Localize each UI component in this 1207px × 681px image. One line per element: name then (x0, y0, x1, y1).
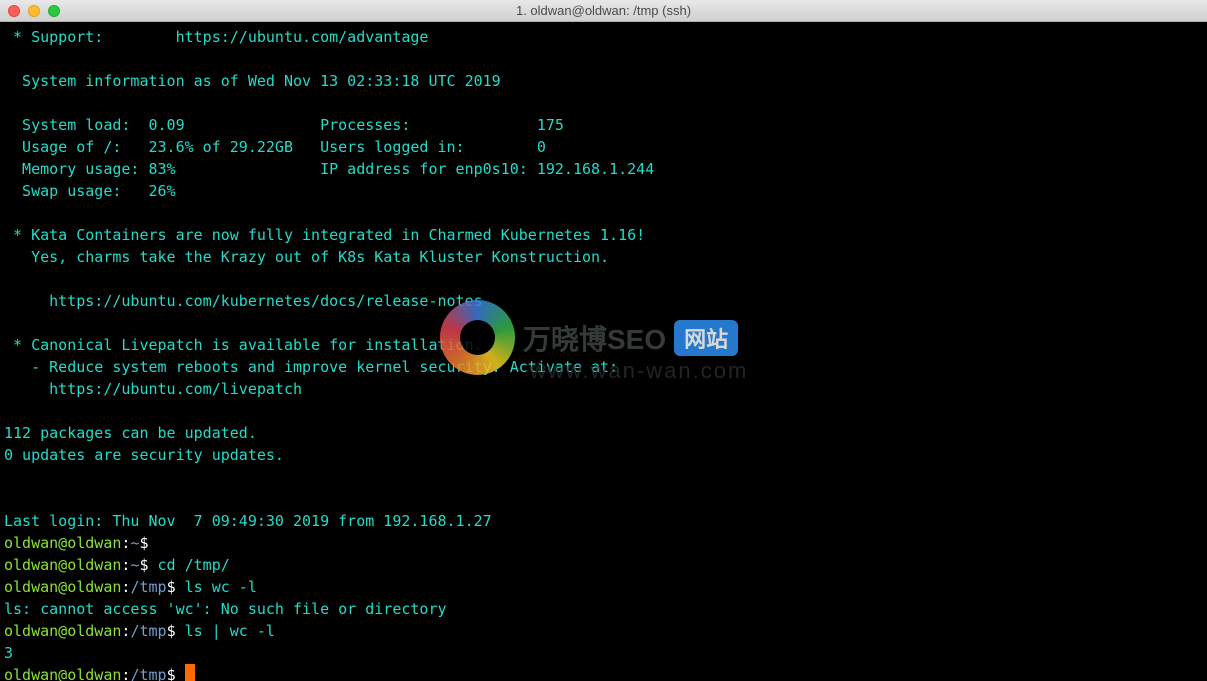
window-controls (0, 5, 60, 17)
motd-users-label: Users logged in: (320, 138, 510, 156)
prompt-symbol: $ (167, 666, 176, 681)
prompt-user: oldwan@oldwan (4, 666, 121, 681)
minimize-button[interactable] (28, 5, 40, 17)
motd-swap-label: Swap usage: (4, 182, 149, 200)
motd-pkg-2: 0 updates are security updates. (4, 446, 284, 464)
cmd-empty (149, 534, 158, 552)
motd-livepatch-1: * Canonical Livepatch is available for i… (4, 336, 483, 354)
prompt-user: oldwan@oldwan (4, 556, 121, 574)
titlebar: 1. oldwan@oldwan: /tmp (ssh) (0, 0, 1207, 22)
motd-load-label: System load: (4, 116, 149, 134)
motd-support-url: https://ubuntu.com/advantage (176, 28, 429, 46)
motd-sysinfo-header: System information as of Wed Nov 13 02:3… (4, 72, 501, 90)
motd-livepatch-2: - Reduce system reboots and improve kern… (4, 358, 618, 376)
motd-support-label: * Support: (4, 28, 176, 46)
motd-ip-label: IP address for enp0s10: (320, 160, 537, 178)
cmd-ls-pipe-wc: ls | wc -l (176, 622, 275, 640)
prompt-user: oldwan@oldwan (4, 534, 121, 552)
motd-lastlogin: Last login: Thu Nov 7 09:49:30 2019 from… (4, 512, 492, 530)
motd-kata-url: https://ubuntu.com/kubernetes/docs/relea… (4, 292, 483, 310)
prompt-symbol: $ (167, 622, 176, 640)
motd-mem-value: 83% (149, 160, 176, 178)
motd-mem-label: Memory usage: (4, 160, 149, 178)
prompt-user: oldwan@oldwan (4, 578, 121, 596)
motd-load-value: 0.09 (149, 116, 185, 134)
motd-swap-value: 26% (149, 182, 176, 200)
prompt-path: /tmp (130, 666, 166, 681)
terminal-body[interactable]: * Support: https://ubuntu.com/advantage … (0, 22, 1207, 681)
motd-usage-value: 23.6% of 29.22GB (149, 138, 294, 156)
cmd-error: ls: cannot access 'wc': No such file or … (4, 600, 447, 618)
cmd-output: 3 (4, 644, 13, 662)
motd-proc-value: 175 (537, 116, 564, 134)
motd-proc-label: Processes: (320, 116, 510, 134)
prompt-path: /tmp (130, 622, 166, 640)
motd-kata-2: Yes, charms take the Krazy out of K8s Ka… (4, 248, 609, 266)
motd-users-value: 0 (537, 138, 546, 156)
cursor-icon (185, 664, 195, 681)
motd-kata-1: * Kata Containers are now fully integrat… (4, 226, 645, 244)
cmd-ls-wc: ls wc -l (176, 578, 257, 596)
prompt-symbol: $ (139, 534, 148, 552)
motd-ip-value: 192.168.1.244 (537, 160, 654, 178)
motd-pkg-1: 112 packages can be updated. (4, 424, 257, 442)
cmd-cd: cd /tmp/ (149, 556, 230, 574)
prompt-path: /tmp (130, 578, 166, 596)
motd-livepatch-url: https://ubuntu.com/livepatch (4, 380, 302, 398)
prompt-symbol: $ (139, 556, 148, 574)
motd-usage-label: Usage of /: (4, 138, 149, 156)
zoom-button[interactable] (48, 5, 60, 17)
window-title: 1. oldwan@oldwan: /tmp (ssh) (516, 3, 691, 18)
cmd-current (176, 666, 185, 681)
prompt-user: oldwan@oldwan (4, 622, 121, 640)
prompt-symbol: $ (167, 578, 176, 596)
close-button[interactable] (8, 5, 20, 17)
terminal-window: 1. oldwan@oldwan: /tmp (ssh) * Support: … (0, 0, 1207, 681)
